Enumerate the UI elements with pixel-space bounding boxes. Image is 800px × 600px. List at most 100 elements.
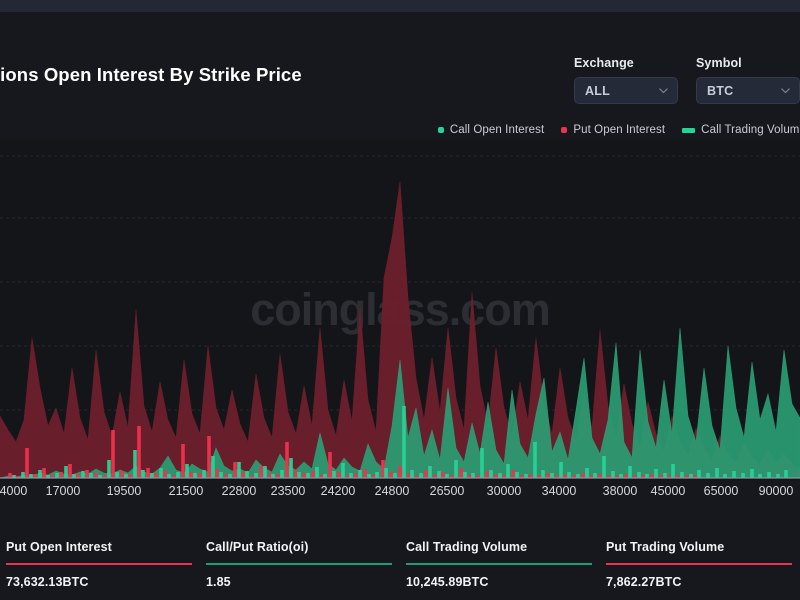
volume-bar: [241, 472, 245, 478]
x-axis-tick: 24200: [320, 484, 356, 498]
volume-bar: [663, 473, 667, 478]
volume-bar: [120, 471, 124, 478]
x-axis-tick: 26500: [429, 484, 465, 498]
volume-bar: [767, 472, 771, 478]
volume-bar: [402, 406, 406, 478]
stat-rule: [206, 563, 392, 565]
volume-bar: [111, 430, 115, 478]
volume-bar: [176, 472, 180, 478]
volume-bar: [89, 473, 93, 478]
legend-item[interactable]: Call Open Interest: [437, 124, 545, 136]
x-axis-tick: 23500: [270, 484, 306, 498]
volume-bar: [219, 472, 223, 478]
volume-bar: [706, 473, 710, 478]
volume-bar: [297, 472, 301, 478]
x-axis-tick: 14000: [0, 484, 28, 498]
x-axis-tick: 24800: [374, 484, 410, 498]
volume-bar: [428, 466, 432, 478]
volume-bar: [189, 472, 193, 478]
symbol-select[interactable]: BTC: [696, 77, 800, 104]
volume-bar: [38, 470, 42, 478]
x-axis-tick: 38000: [602, 484, 638, 498]
chart-header: Options Open Interest By Strike Price Ex…: [0, 12, 800, 136]
legend-label: Call Trading Volume: [701, 124, 800, 136]
volume-bar: [306, 473, 310, 478]
volume-bar: [254, 473, 258, 478]
stat-rule: [6, 563, 192, 565]
volume-bar: [198, 473, 202, 478]
volume-bar: [593, 473, 597, 478]
volume-bar: [302, 473, 306, 478]
volume-bar: [8, 473, 12, 478]
stat-rule: [406, 563, 592, 565]
volume-bar: [375, 472, 379, 478]
x-axis-tick: 21500: [168, 484, 204, 498]
volume-bar: [459, 468, 463, 478]
volume-bar: [511, 470, 515, 478]
legend-item[interactable]: Call Trading Volume: [682, 124, 800, 136]
volume-bar: [559, 462, 563, 478]
volume-bar: [419, 473, 423, 478]
volume-bar: [207, 436, 211, 478]
options-oi-chart-page: Options Open Interest By Strike Price Ex…: [0, 0, 800, 600]
stat-label: Call Trading Volume: [406, 540, 528, 554]
x-axis-tick: 90000: [758, 484, 794, 498]
open-interest-chart: [0, 155, 800, 479]
volume-bar: [398, 466, 402, 478]
volume-bar: [424, 470, 428, 478]
stat-value: 1.85: [206, 574, 231, 589]
volume-bar: [546, 473, 550, 478]
x-axis-tick: 30000: [486, 484, 522, 498]
symbol-filter: Symbol BTC: [696, 56, 800, 104]
volume-bar: [384, 468, 388, 478]
exchange-filter: Exchange ALL: [574, 56, 678, 104]
volume-bar: [541, 470, 545, 478]
volume-bar: [515, 472, 519, 478]
volume-bar: [533, 442, 537, 478]
stat-label: Call/Put Ratio(oi): [206, 540, 309, 554]
volume-bar: [64, 466, 68, 478]
volume-bar: [85, 470, 89, 478]
chevron-down-icon: [658, 85, 669, 96]
volume-bar: [328, 452, 332, 478]
chart-plot-area[interactable]: coinglass.com: [0, 140, 800, 480]
volume-bar: [654, 469, 658, 478]
volume-bar: [363, 469, 367, 478]
chevron-down-icon: [780, 85, 791, 96]
legend-item[interactable]: Put Open Interest: [561, 124, 665, 136]
volume-bar: [732, 471, 736, 478]
volume-bar: [245, 471, 249, 478]
volume-bar: [489, 470, 493, 478]
exchange-select[interactable]: ALL: [574, 77, 678, 104]
volume-bar: [150, 473, 154, 478]
volume-bar: [211, 456, 215, 478]
stat-card: Call Trading Volume 10,245.89BTC: [400, 530, 600, 600]
volume-bar: [202, 470, 206, 478]
summary-stats: Put Open Interest 73,632.13BTC Call/Put Ra…: [0, 530, 800, 600]
volume-bar: [410, 470, 414, 478]
exchange-select-value: ALL: [585, 83, 610, 98]
stat-card: Call/Put Ratio(oi) 1.85: [200, 530, 400, 600]
volume-bar: [354, 473, 358, 478]
volume-bar: [280, 470, 284, 478]
x-axis-tick: 34000: [541, 484, 577, 498]
volume-bar: [506, 464, 510, 478]
volume-bar: [141, 470, 145, 478]
volume-bar: [263, 466, 267, 478]
volume-bar: [59, 472, 63, 478]
stat-card: Put Trading Volume 7,862.27BTC: [600, 530, 800, 600]
volume-bar: [146, 468, 150, 478]
volume-bar: [181, 444, 185, 478]
volume-bar: [259, 466, 263, 478]
stat-label: Put Trading Volume: [606, 540, 725, 554]
legend-dot-icon: [437, 127, 444, 133]
stat-value: 7,862.27BTC: [606, 574, 682, 589]
x-axis: 14000 17000 19500 21500 22800 23500 24200 24800…: [0, 480, 800, 506]
volume-bar: [55, 473, 59, 478]
volume-bar: [237, 462, 241, 478]
volume-bar: [25, 448, 29, 478]
volume-bar: [115, 472, 119, 478]
legend-label: Call Open Interest: [449, 124, 545, 136]
exchange-label: Exchange: [574, 56, 634, 70]
x-axis-tick: 65000: [703, 484, 739, 498]
